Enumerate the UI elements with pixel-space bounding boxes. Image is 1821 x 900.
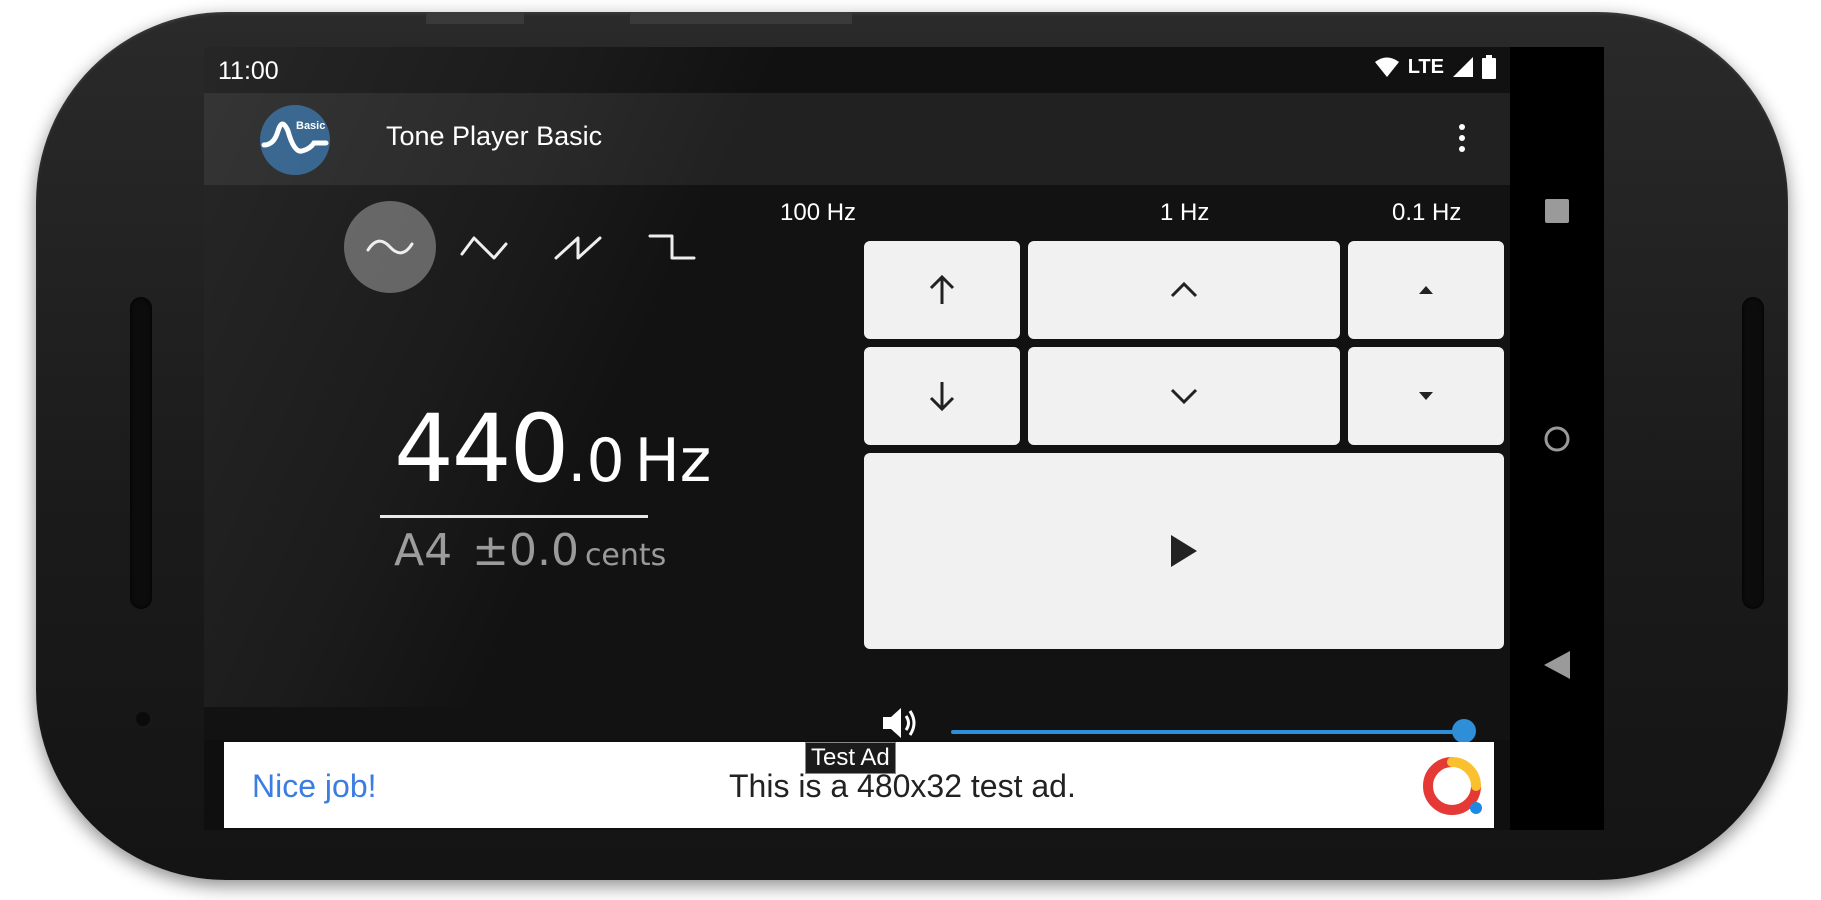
arrow-up-icon <box>929 274 955 304</box>
ad-headline[interactable]: Nice job! <box>252 768 377 805</box>
left-speaker-grille <box>130 297 152 609</box>
frequency-display[interactable]: 440.0 Hz A4 ±0.0 cents <box>380 395 711 576</box>
test-ad-tag: Test Ad <box>805 742 896 774</box>
app-bar: Basic Tone Player Basic <box>204 93 1510 185</box>
caret-down-icon <box>1419 392 1433 400</box>
waveform-sine-button[interactable] <box>344 201 436 293</box>
step-label-100hz: 100 Hz <box>780 199 857 226</box>
volume-slider-track[interactable] <box>951 730 1463 734</box>
front-camera <box>134 710 152 728</box>
waveform-triangle-button[interactable] <box>438 201 530 293</box>
frequency-unit: Hz <box>634 426 712 496</box>
waveform-selector <box>344 201 718 293</box>
volume-icon[interactable] <box>879 703 919 743</box>
arrow-down-icon <box>929 382 955 412</box>
play-icon <box>1171 535 1197 567</box>
waveform-square-button[interactable] <box>626 201 718 293</box>
increase-01hz-button[interactable] <box>1348 241 1504 339</box>
overflow-menu-icon[interactable] <box>1454 121 1470 161</box>
back-triangle-icon[interactable] <box>1539 647 1575 683</box>
note-readout: A4 ±0.0 cents <box>394 525 667 576</box>
home-circle-icon[interactable] <box>1539 421 1575 457</box>
app-title: Tone Player Basic <box>386 121 603 151</box>
power-button <box>426 12 524 24</box>
play-button[interactable] <box>864 453 1504 649</box>
chevron-up-icon <box>1170 281 1198 298</box>
logo-text: Basic <box>296 120 325 132</box>
sawtooth-wave-icon <box>554 236 602 260</box>
frequency-integer: 440 <box>394 395 569 504</box>
step-label-1hz: 1 Hz <box>1160 199 1210 226</box>
status-bar: 11:00 LTE <box>204 47 1510 93</box>
decrease-100hz-button[interactable] <box>864 347 1020 445</box>
frequency-readout: 440.0 Hz <box>394 395 711 504</box>
app-logo-icon: Basic <box>260 105 330 175</box>
increase-1hz-button[interactable] <box>1028 241 1340 339</box>
ad-body[interactable]: This is a 480x32 test ad. <box>729 768 1076 805</box>
square-wave-icon <box>648 234 696 260</box>
note-name: A4 <box>394 525 453 576</box>
cellular-signal-icon <box>1453 57 1473 77</box>
recents-square-icon[interactable] <box>1539 193 1575 229</box>
status-time: 11:00 <box>218 57 279 85</box>
network-type: LTE <box>1407 55 1444 78</box>
decrease-1hz-button[interactable] <box>1028 347 1340 445</box>
ad-logo-icon[interactable] <box>1420 754 1484 818</box>
cents-label: cents <box>584 538 667 573</box>
volume-slider-thumb[interactable] <box>1452 719 1476 743</box>
caret-up-icon <box>1419 286 1433 294</box>
sine-wave-icon <box>366 239 414 255</box>
wifi-icon <box>1374 57 1399 77</box>
main-panel: 440.0 Hz A4 ±0.0 cents 100 Hz 1 Hz 0.1 Hz <box>204 185 1510 743</box>
device-screen: 11:00 LTE Basic Tone Player Basic 440.0 … <box>204 47 1604 830</box>
battery-icon <box>1482 55 1496 79</box>
cents-value: ±0.0 <box>472 525 579 576</box>
triangle-wave-icon <box>460 236 508 260</box>
status-icons: LTE <box>1374 55 1496 79</box>
volume-rocker <box>630 12 852 24</box>
frequency-underline <box>380 515 648 518</box>
decrease-01hz-button[interactable] <box>1348 347 1504 445</box>
waveform-sawtooth-button[interactable] <box>532 201 624 293</box>
right-speaker-grille <box>1742 297 1764 609</box>
navigation-bar <box>1510 47 1604 830</box>
frequency-fraction: .0 <box>567 426 625 496</box>
step-label-01hz: 0.1 Hz <box>1392 199 1462 226</box>
chevron-down-icon <box>1170 388 1198 405</box>
increase-100hz-button[interactable] <box>864 241 1020 339</box>
